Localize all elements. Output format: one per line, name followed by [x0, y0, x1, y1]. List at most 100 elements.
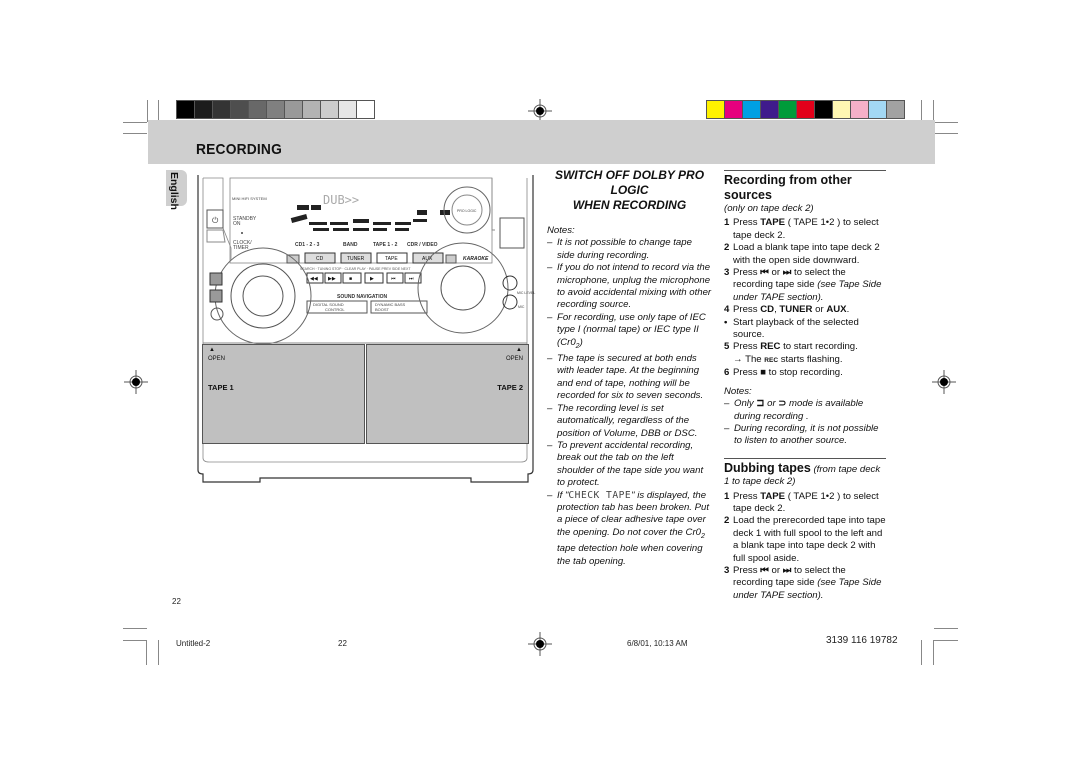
note-item: – The tape is secured at both ends with l…: [547, 353, 704, 402]
gray-swatch: [249, 101, 267, 118]
note-item: – For recording, use only tape of IEC typ…: [547, 311, 706, 350]
note-item: – It is not possible to change tape side …: [547, 237, 692, 261]
registration-mark-icon: [932, 370, 956, 394]
svg-text:BAND: BAND: [343, 242, 358, 248]
eject-arrow-icon: ▲: [209, 347, 215, 353]
eject-arrow-icon: ▲: [516, 347, 522, 353]
color-swatch: [833, 101, 851, 118]
step-item: 1 Press TAPE ( TAPE 1•2 ) to select tape …: [724, 490, 879, 514]
svg-text:MIC LEVEL: MIC LEVEL: [517, 291, 535, 295]
note-item: – To prevent accidental recording, break …: [547, 439, 704, 489]
svg-text:⏮: ⏮: [391, 276, 396, 282]
svg-text:MIC: MIC: [518, 305, 525, 309]
svg-text:SOUND NAVIGATION: SOUND NAVIGATION: [337, 294, 387, 300]
svg-text:BOOST: BOOST: [375, 307, 390, 312]
svg-text:MINI HIFI SYSTEM: MINI HIFI SYSTEM: [232, 196, 267, 201]
color-swatch: [869, 101, 887, 118]
section-heading-dubbing: Dubbing tapes (from tape deck 1 to tape …: [724, 460, 881, 488]
lcd-check-tape: CHECK TAPE: [568, 489, 632, 501]
svg-text:CD1 - 2 - 3: CD1 - 2 - 3: [295, 242, 320, 248]
section-heading-recording: Recording from other sources: [724, 173, 852, 202]
step-item: 3 Press ⏮ or ⏭ to select the recording ta…: [724, 564, 882, 601]
svg-text:DUB>>: DUB>>: [323, 193, 359, 207]
note-item: – If you do not intend to record via the …: [547, 262, 712, 311]
tape-deck-1[interactable]: ▲ OPEN TAPE 1: [202, 344, 365, 444]
note-item: – Only ⊐ or ⊃ mode is available during re…: [724, 398, 864, 422]
step-item: 4 Press CD, TUNER or AUX.: [724, 304, 850, 316]
file-page: 22: [338, 639, 347, 648]
dolby-warning-title: SWITCH OFF DOLBY PRO LOGIC WHEN RECORDIN…: [554, 168, 705, 212]
grayscale-color-bar: [176, 100, 375, 119]
step-item: 3 Press ⏮ or ⏭ to select the recording ta…: [724, 267, 882, 303]
tape-deck-2[interactable]: ▲ OPEN TAPE 2: [366, 344, 529, 444]
step-item: • Start playback of the selected source.: [724, 316, 859, 341]
svg-text:CDR / VIDEO: CDR / VIDEO: [407, 242, 438, 248]
note-item: – During recording, it is not possible to…: [724, 422, 879, 447]
gray-swatch: [357, 101, 374, 118]
svg-text:TAPE: TAPE: [385, 256, 398, 262]
section-divider: [724, 170, 886, 171]
color-swatch: [725, 101, 743, 118]
svg-text:TUNER: TUNER: [347, 256, 365, 262]
color-swatch: [797, 101, 815, 118]
notes-heading: Notes:: [547, 225, 575, 236]
deck-2-name: TAPE 2: [497, 383, 523, 392]
step-item: → The REC starts flashing.: [733, 353, 843, 365]
color-swatch: [887, 101, 904, 118]
notes-heading: Notes:: [724, 385, 752, 397]
dolby-notes-column: SWITCH OFF DOLBY PRO LOGIC WHEN RECORDIN…: [547, 168, 712, 568]
registration-mark-icon: [124, 370, 148, 394]
page-number: 22: [172, 597, 181, 606]
stereo-illustration: ⏻ MINI HIFI SYSTEM STANDBY ON CLOCK/ TIM…: [195, 170, 540, 490]
step-item: 6 Press ■ to stop recording.: [724, 367, 843, 379]
gray-swatch: [267, 101, 285, 118]
svg-text:SEARCH · TUNING STOP · CLEAR: SEARCH · TUNING STOP · CLEAR PLAY · PAUS…: [300, 267, 411, 271]
svg-text:KARAOKE: KARAOKE: [463, 256, 489, 262]
previous-track-icon: ⏮: [760, 564, 769, 576]
process-color-bar: [706, 100, 905, 119]
color-swatch: [707, 101, 725, 118]
note-item: – The recording level is set automaticall…: [547, 402, 698, 439]
recording-instructions-column: Recording from other sources (only on ta…: [724, 170, 886, 602]
svg-text:ON: ON: [233, 221, 241, 227]
svg-text:TIMER: TIMER: [233, 245, 249, 251]
deck-2-open-label: OPEN: [505, 356, 523, 362]
svg-text:▶: ▶: [370, 276, 374, 282]
gray-swatch: [231, 101, 249, 118]
deck-1-open-label: OPEN: [208, 356, 226, 362]
svg-text:▶▶: ▶▶: [328, 276, 336, 282]
color-swatch: [815, 101, 833, 118]
previous-track-icon: ⏮: [760, 267, 769, 279]
language-tab-label: English: [168, 172, 180, 210]
page-title: RECORDING: [196, 141, 283, 158]
section-subheading: (only on tape deck 2): [724, 203, 814, 214]
color-swatch: [743, 101, 761, 118]
gray-swatch: [285, 101, 303, 118]
section-divider: [724, 457, 886, 459]
step-item: 2 Load a blank tape into tape deck 2 with…: [724, 242, 880, 266]
step-item: 1 Press TAPE ( TAPE 1•2 ) to select tape …: [724, 217, 879, 241]
arrow-right-icon: →: [733, 353, 743, 365]
svg-text:CONTROL: CONTROL: [325, 307, 345, 312]
gray-swatch: [321, 101, 339, 118]
color-swatch: [761, 101, 779, 118]
deck-1-name: TAPE 1: [208, 383, 234, 392]
svg-text:■: ■: [349, 276, 352, 282]
note-item: – If "CHECK TAPE" is displayed, the prote…: [547, 489, 710, 567]
gray-swatch: [195, 101, 213, 118]
svg-text:PRO LOGIC: PRO LOGIC: [457, 209, 477, 213]
svg-text:⏭: ⏭: [409, 276, 414, 282]
color-swatch: [851, 101, 869, 118]
svg-text:CD: CD: [316, 256, 324, 262]
gray-swatch: [213, 101, 231, 118]
print-timestamp: 6/8/01, 10:13 AM: [627, 639, 688, 648]
svg-text:⏻: ⏻: [212, 216, 219, 225]
gray-swatch: [177, 101, 195, 118]
registration-mark-icon: [528, 632, 552, 656]
gray-swatch: [339, 101, 357, 118]
file-name: Untitled-2: [176, 639, 211, 648]
svg-text:◀◀: ◀◀: [310, 276, 318, 282]
step-item: 2 Load the prerecorded tape into tape dec…: [724, 515, 886, 564]
color-swatch: [779, 101, 797, 118]
svg-text:TAPE 1 - 2: TAPE 1 - 2: [373, 242, 398, 248]
